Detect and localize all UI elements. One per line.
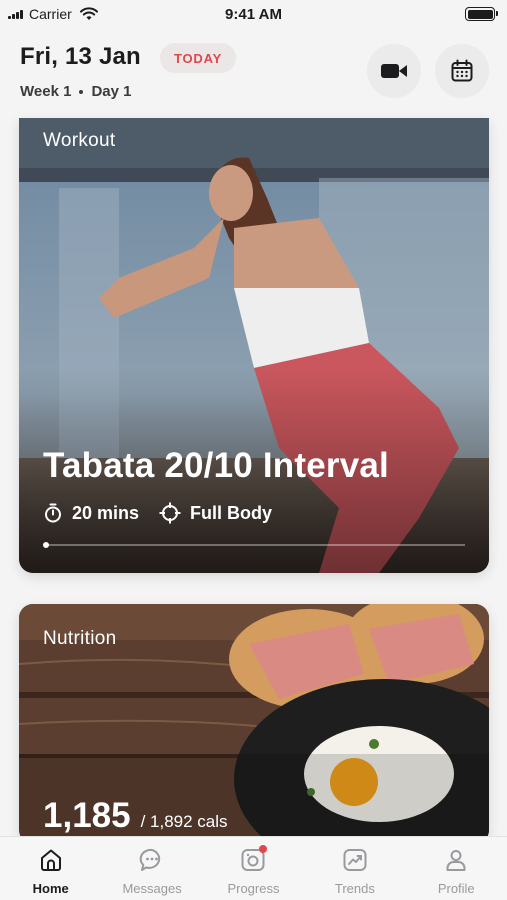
- carousel-indicator: [43, 542, 49, 548]
- day-label: Day 1: [91, 83, 132, 100]
- video-button[interactable]: [367, 44, 421, 98]
- tab-profile-label: Profile: [437, 881, 475, 896]
- chat-bubble-icon: [137, 845, 167, 875]
- tab-home[interactable]: Home: [1, 845, 101, 896]
- status-bar: Carrier 9:41 AM: [0, 0, 507, 28]
- video-camera-icon: [381, 64, 407, 78]
- tab-profile[interactable]: Profile: [406, 845, 506, 896]
- week-label: Week 1: [20, 83, 72, 100]
- page-title-date: Fri, 13 Jan: [20, 43, 141, 70]
- signal-icon: [8, 9, 23, 19]
- workout-card-label: Workout: [43, 130, 116, 151]
- stopwatch-icon: [45, 503, 61, 523]
- carrier-name: Carrier: [29, 6, 72, 22]
- carousel-track: [43, 544, 465, 546]
- trend-chart-icon: [340, 845, 370, 875]
- tab-progress[interactable]: Progress: [203, 845, 303, 896]
- tab-bar: Home Messages Progress Trends Profile: [0, 836, 507, 900]
- calendar-icon: [451, 59, 473, 82]
- calories-goal: / 1,892 cals: [140, 812, 228, 831]
- person-icon: [441, 845, 471, 875]
- focus-label: Full Body: [190, 502, 273, 523]
- home-icon: [36, 845, 66, 875]
- wifi-icon: [79, 7, 98, 20]
- tab-messages[interactable]: Messages: [102, 845, 202, 896]
- tab-messages-label: Messages: [122, 881, 182, 896]
- tab-home-label: Home: [32, 881, 69, 896]
- workout-focus: Full Body: [159, 502, 272, 524]
- crosshair-icon: [159, 502, 181, 524]
- workout-meta: 20 mins Full Body: [43, 502, 292, 524]
- camera-icon: [238, 845, 268, 875]
- tab-progress-label: Progress: [227, 881, 280, 896]
- calories-consumed: 1,185: [43, 796, 131, 835]
- header: Fri, 13 Jan TODAY Week 1 Day 1: [0, 28, 507, 118]
- week-day-line: Week 1 Day 1: [20, 83, 131, 100]
- separator-dot: [79, 89, 84, 94]
- battery-level: [467, 9, 493, 19]
- duration-label: 20 mins: [72, 502, 140, 523]
- calories-summary: 1,185 / 1,892 cals: [43, 796, 228, 836]
- battery-icon: [465, 7, 498, 21]
- nutrition-card[interactable]: Nutrition 1,185 / 1,892 cals: [19, 604, 489, 844]
- nutrition-card-label: Nutrition: [43, 628, 117, 649]
- status-left: Carrier: [8, 6, 98, 22]
- calendar-button[interactable]: [435, 44, 489, 98]
- tab-trends-label: Trends: [334, 881, 375, 896]
- today-badge[interactable]: TODAY: [160, 43, 237, 73]
- workout-card[interactable]: Workout Tabata 20/10 Interval 20 mins Fu…: [19, 118, 489, 573]
- workout-duration: 20 mins: [43, 503, 139, 524]
- tab-trends[interactable]: Trends: [305, 845, 405, 896]
- workout-title: Tabata 20/10 Interval: [43, 446, 389, 485]
